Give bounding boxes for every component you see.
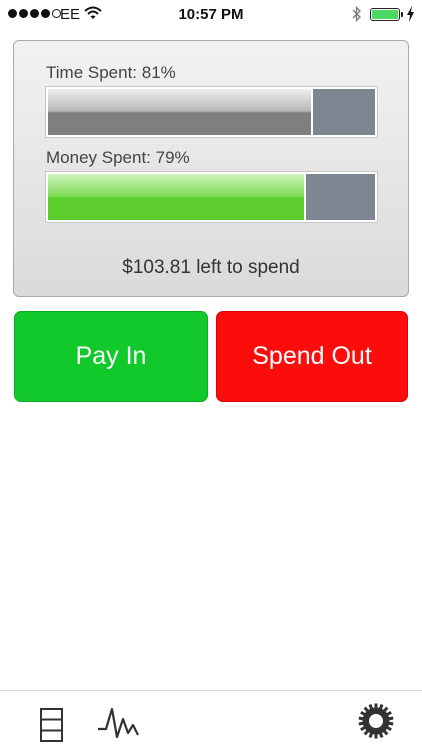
graph-icon[interactable] [96,705,142,741]
bottom-tab-bar [0,690,422,750]
money-spent-label: Money Spent: 79% [46,148,190,167]
charging-icon [407,6,414,22]
list-icon[interactable] [39,707,65,743]
time-spent-progress-bar [46,87,377,137]
bluetooth-icon [352,5,361,23]
spend-out-button[interactable]: Spend Out [216,311,408,402]
battery-level [372,10,398,19]
budget-summary-card: Time Spent: 81% Money Spent: 79% $103.81… [13,40,409,297]
app-screen: EE 10:57 PM Time Spent: 81% Money Spent:… [0,0,422,750]
time-spent-label: Time Spent: 81% [46,63,176,82]
left-to-spend-text: $103.81 left to spend [122,257,300,278]
battery-icon [370,8,400,21]
pay-in-button[interactable]: Pay In [14,311,208,402]
gear-icon[interactable] [357,702,395,740]
time-spent-fill [48,89,313,135]
spend-out-label: Spend Out [252,342,372,370]
status-bar: EE 10:57 PM [0,0,422,30]
money-spent-fill [48,174,307,220]
pay-in-label: Pay In [75,342,147,370]
battery-cap [401,12,403,17]
money-spent-progress-bar [46,172,377,222]
